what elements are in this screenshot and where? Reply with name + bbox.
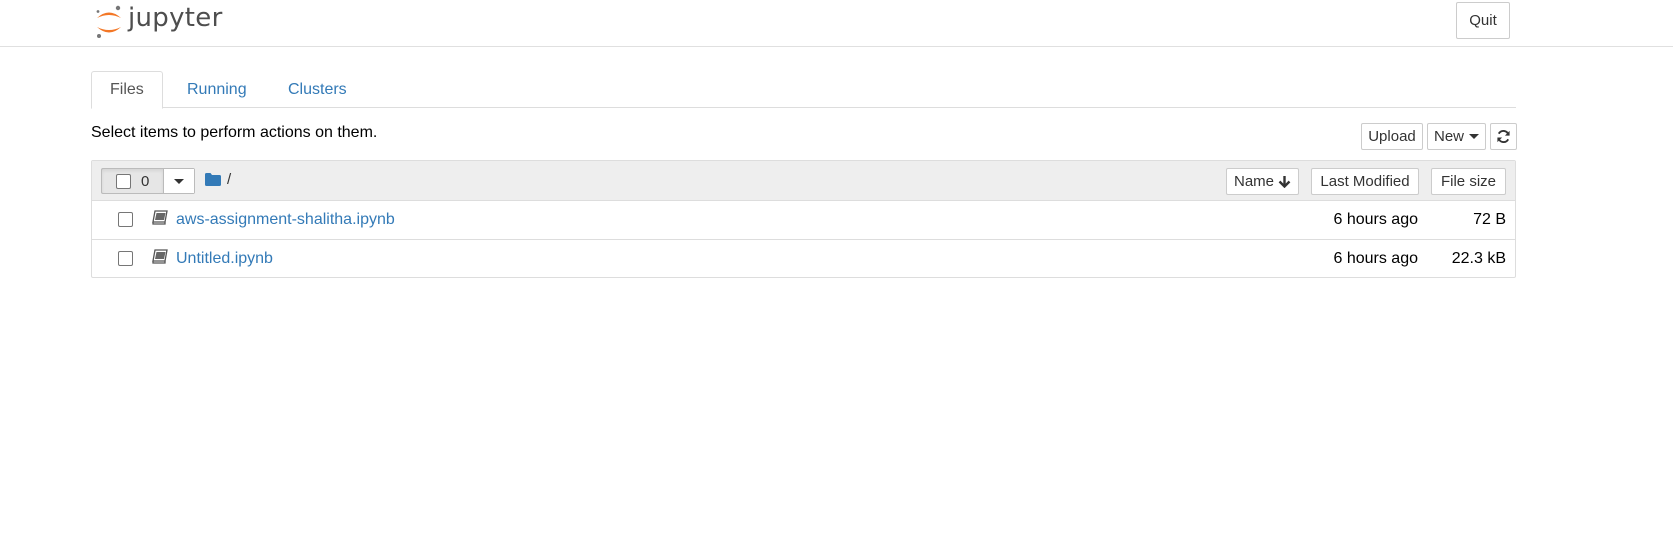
list-item[interactable]: aws-assignment-shalitha.ipynb 6 hours ag… xyxy=(92,201,1515,239)
list-item[interactable]: Untitled.ipynb 6 hours ago 22.3 kB xyxy=(92,239,1515,277)
last-modified: 6 hours ago xyxy=(1333,211,1418,228)
new-dropdown-button[interactable]: New xyxy=(1427,123,1486,150)
refresh-icon xyxy=(1497,130,1510,143)
upload-button[interactable]: Upload xyxy=(1361,123,1423,150)
selected-count: 0 xyxy=(141,172,150,190)
sort-by-file-size-button[interactable]: File size xyxy=(1431,168,1506,195)
quit-button[interactable]: Quit xyxy=(1456,2,1510,39)
notebook-icon xyxy=(152,210,168,225)
file-list-header: 0 / Name Last Modified File size xyxy=(92,161,1515,201)
new-button-label: New xyxy=(1433,128,1464,145)
select-all-group: 0 xyxy=(101,168,195,194)
chevron-down-icon xyxy=(1469,134,1479,139)
file-name-link[interactable]: aws-assignment-shalitha.ipynb xyxy=(176,211,395,229)
jupyter-logo-icon xyxy=(96,5,121,38)
file-name-link[interactable]: Untitled.ipynb xyxy=(176,250,273,268)
row-checkbox[interactable] xyxy=(118,212,133,227)
refresh-button[interactable] xyxy=(1490,123,1517,150)
select-menu-button[interactable] xyxy=(164,169,194,193)
last-modified: 6 hours ago xyxy=(1333,250,1418,267)
chevron-down-icon xyxy=(174,178,184,184)
tab-clusters[interactable]: Clusters xyxy=(270,71,365,108)
file-size: 72 B xyxy=(1473,211,1506,228)
folder-icon[interactable] xyxy=(205,173,221,186)
file-list-panel: 0 / Name Last Modified File size aws-ass… xyxy=(91,160,1516,278)
sort-by-name-button[interactable]: Name xyxy=(1226,168,1299,195)
main-tabs: Files Running Clusters xyxy=(91,71,1516,109)
file-size: 22.3 kB xyxy=(1451,250,1506,267)
breadcrumb-path[interactable]: / xyxy=(227,171,231,188)
logo-text: jupyter xyxy=(128,3,223,33)
select-all-checkbox[interactable] xyxy=(116,173,131,189)
select-all-toggle[interactable]: 0 xyxy=(102,169,164,193)
breadcrumb: / xyxy=(205,171,231,188)
sort-name-label: Name xyxy=(1233,173,1274,190)
row-checkbox[interactable] xyxy=(118,251,133,266)
jupyter-logo[interactable]: jupyter xyxy=(94,3,223,41)
selection-hint: Select items to perform actions on them. xyxy=(91,124,378,141)
top-header: jupyter Quit xyxy=(0,0,1673,47)
notebook-icon xyxy=(152,249,168,264)
arrow-down-icon xyxy=(1278,176,1291,188)
tab-files[interactable]: Files xyxy=(91,71,163,109)
tab-running[interactable]: Running xyxy=(169,71,265,108)
sort-by-last-modified-button[interactable]: Last Modified xyxy=(1311,168,1419,195)
